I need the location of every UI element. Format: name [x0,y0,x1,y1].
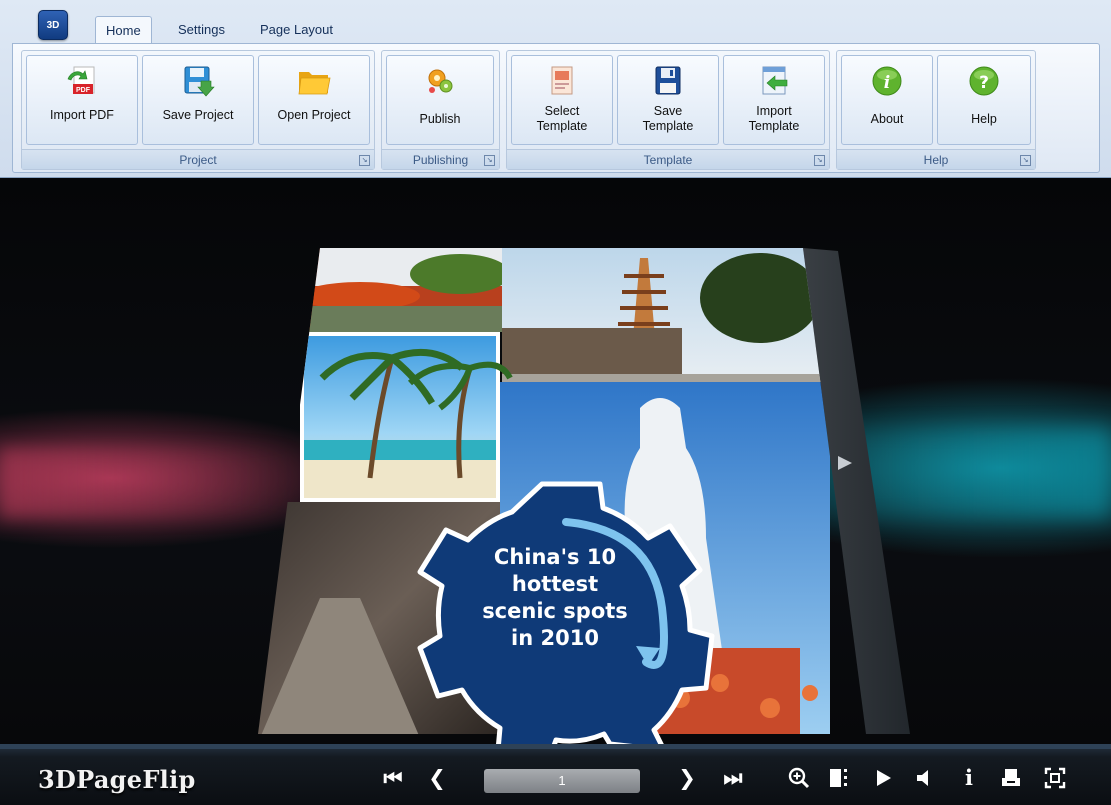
tab-settings[interactable]: Settings [168,16,235,44]
import-template-icon [762,66,788,95]
help-button[interactable]: ? Help [937,55,1031,145]
group-template: Select Template Save Template Import Tem… [506,50,830,170]
book-headline: China's 10 hottest scenic spots in 2010 [455,544,655,652]
open-project-label: Open Project [277,108,351,122]
save-project-button[interactable]: Save Project [142,55,254,145]
fullscreen-icon[interactable] [1042,766,1068,790]
import-template-label-line1: Import [756,104,792,118]
tab-home[interactable]: Home [95,16,152,46]
headline-line-4: in 2010 [511,626,599,650]
svg-text:i: i [884,73,890,93]
select-template-button[interactable]: Select Template [511,55,613,145]
group-help-label: Help [837,149,1035,169]
save-project-icon [184,66,215,97]
tab-page-layout[interactable]: Page Layout [250,16,343,44]
autoplay-icon[interactable] [870,766,896,790]
publish-gear-icon [428,69,453,93]
group-project-label: Project [22,149,374,169]
book-preview-stage: China's 10 hottest scenic spots in 2010 [0,178,1111,744]
import-pdf-icon: PDF [67,66,95,94]
publish-button[interactable]: Publish [386,55,494,145]
import-template-label-line2: Template [748,119,800,133]
print-icon[interactable] [998,766,1024,790]
select-template-label: Select Template [512,104,612,134]
project-dialog-launcher-icon[interactable]: ↘ [359,155,370,166]
pdf-badge-text: PDF [76,87,91,94]
group-publishing: Publish Publishing ↘ [381,50,500,170]
import-template-button[interactable]: Import Template [723,55,825,145]
ribbon-panel-home: PDF Import PDF Save Project Open Project… [12,43,1100,173]
headline-line-2: hottest [511,572,599,596]
group-publishing-label: Publishing [382,149,499,169]
open-project-button[interactable]: Open Project [258,55,370,145]
help-question-icon: ? [969,66,999,96]
select-template-label-line2: Template [536,119,588,133]
import-pdf-label: Import PDF [50,108,114,122]
about-button[interactable]: i About [841,55,933,145]
info-circle-icon: i [872,66,902,96]
flipbook-toolbar: 3DPageFlip ⏮ ❮ 1 ❯ ⏭ i [0,744,1111,805]
thumbnails-icon[interactable] [826,766,852,790]
help-dialog-launcher-icon[interactable]: ↘ [1020,155,1031,166]
import-pdf-button[interactable]: PDF Import PDF [26,55,138,145]
headline-line-3: scenic spots [482,599,628,623]
next-page-icon[interactable]: ❯ [674,766,700,790]
publishing-dialog-launcher-icon[interactable]: ↘ [484,155,495,166]
select-template-icon [551,66,573,95]
group-help: i About ? Help Help ↘ [836,50,1036,170]
about-label: About [870,112,904,126]
zoom-in-icon[interactable] [786,766,812,790]
import-template-label: Import Template [724,104,824,134]
save-template-label-line2: Template [642,119,694,133]
flipbook-page[interactable] [0,178,1111,744]
page-number-field[interactable]: 1 [484,769,640,793]
application-menu-button[interactable]: 3D [38,10,68,40]
info-icon[interactable]: i [956,766,982,790]
svg-text:?: ? [979,73,989,93]
save-template-label-line1: Save [653,104,683,118]
ribbon: 3D Home Settings Page Layout PDF Import … [0,0,1111,178]
last-page-icon[interactable]: ⏭ [720,766,746,790]
headline-line-1: China's 10 [493,545,617,569]
publish-label: Publish [419,112,461,126]
folder-icon [298,72,331,95]
ribbon-tab-bar: 3D Home Settings Page Layout [0,0,1111,46]
previous-page-icon[interactable]: ❮ [424,766,450,790]
help-label: Help [971,112,997,126]
group-project: PDF Import PDF Save Project Open Project… [21,50,375,170]
save-project-label: Save Project [162,108,234,122]
select-template-label-line1: Select [544,104,580,118]
save-template-button[interactable]: Save Template [617,55,719,145]
save-template-label: Save Template [618,104,718,134]
group-template-label: Template [507,149,829,169]
template-dialog-launcher-icon[interactable]: ↘ [814,155,825,166]
sound-icon[interactable] [912,766,938,790]
floppy-disk-icon [655,66,681,95]
brand-logo: 3DPageFlip [38,765,196,794]
first-page-icon[interactable]: ⏮ [380,766,406,790]
